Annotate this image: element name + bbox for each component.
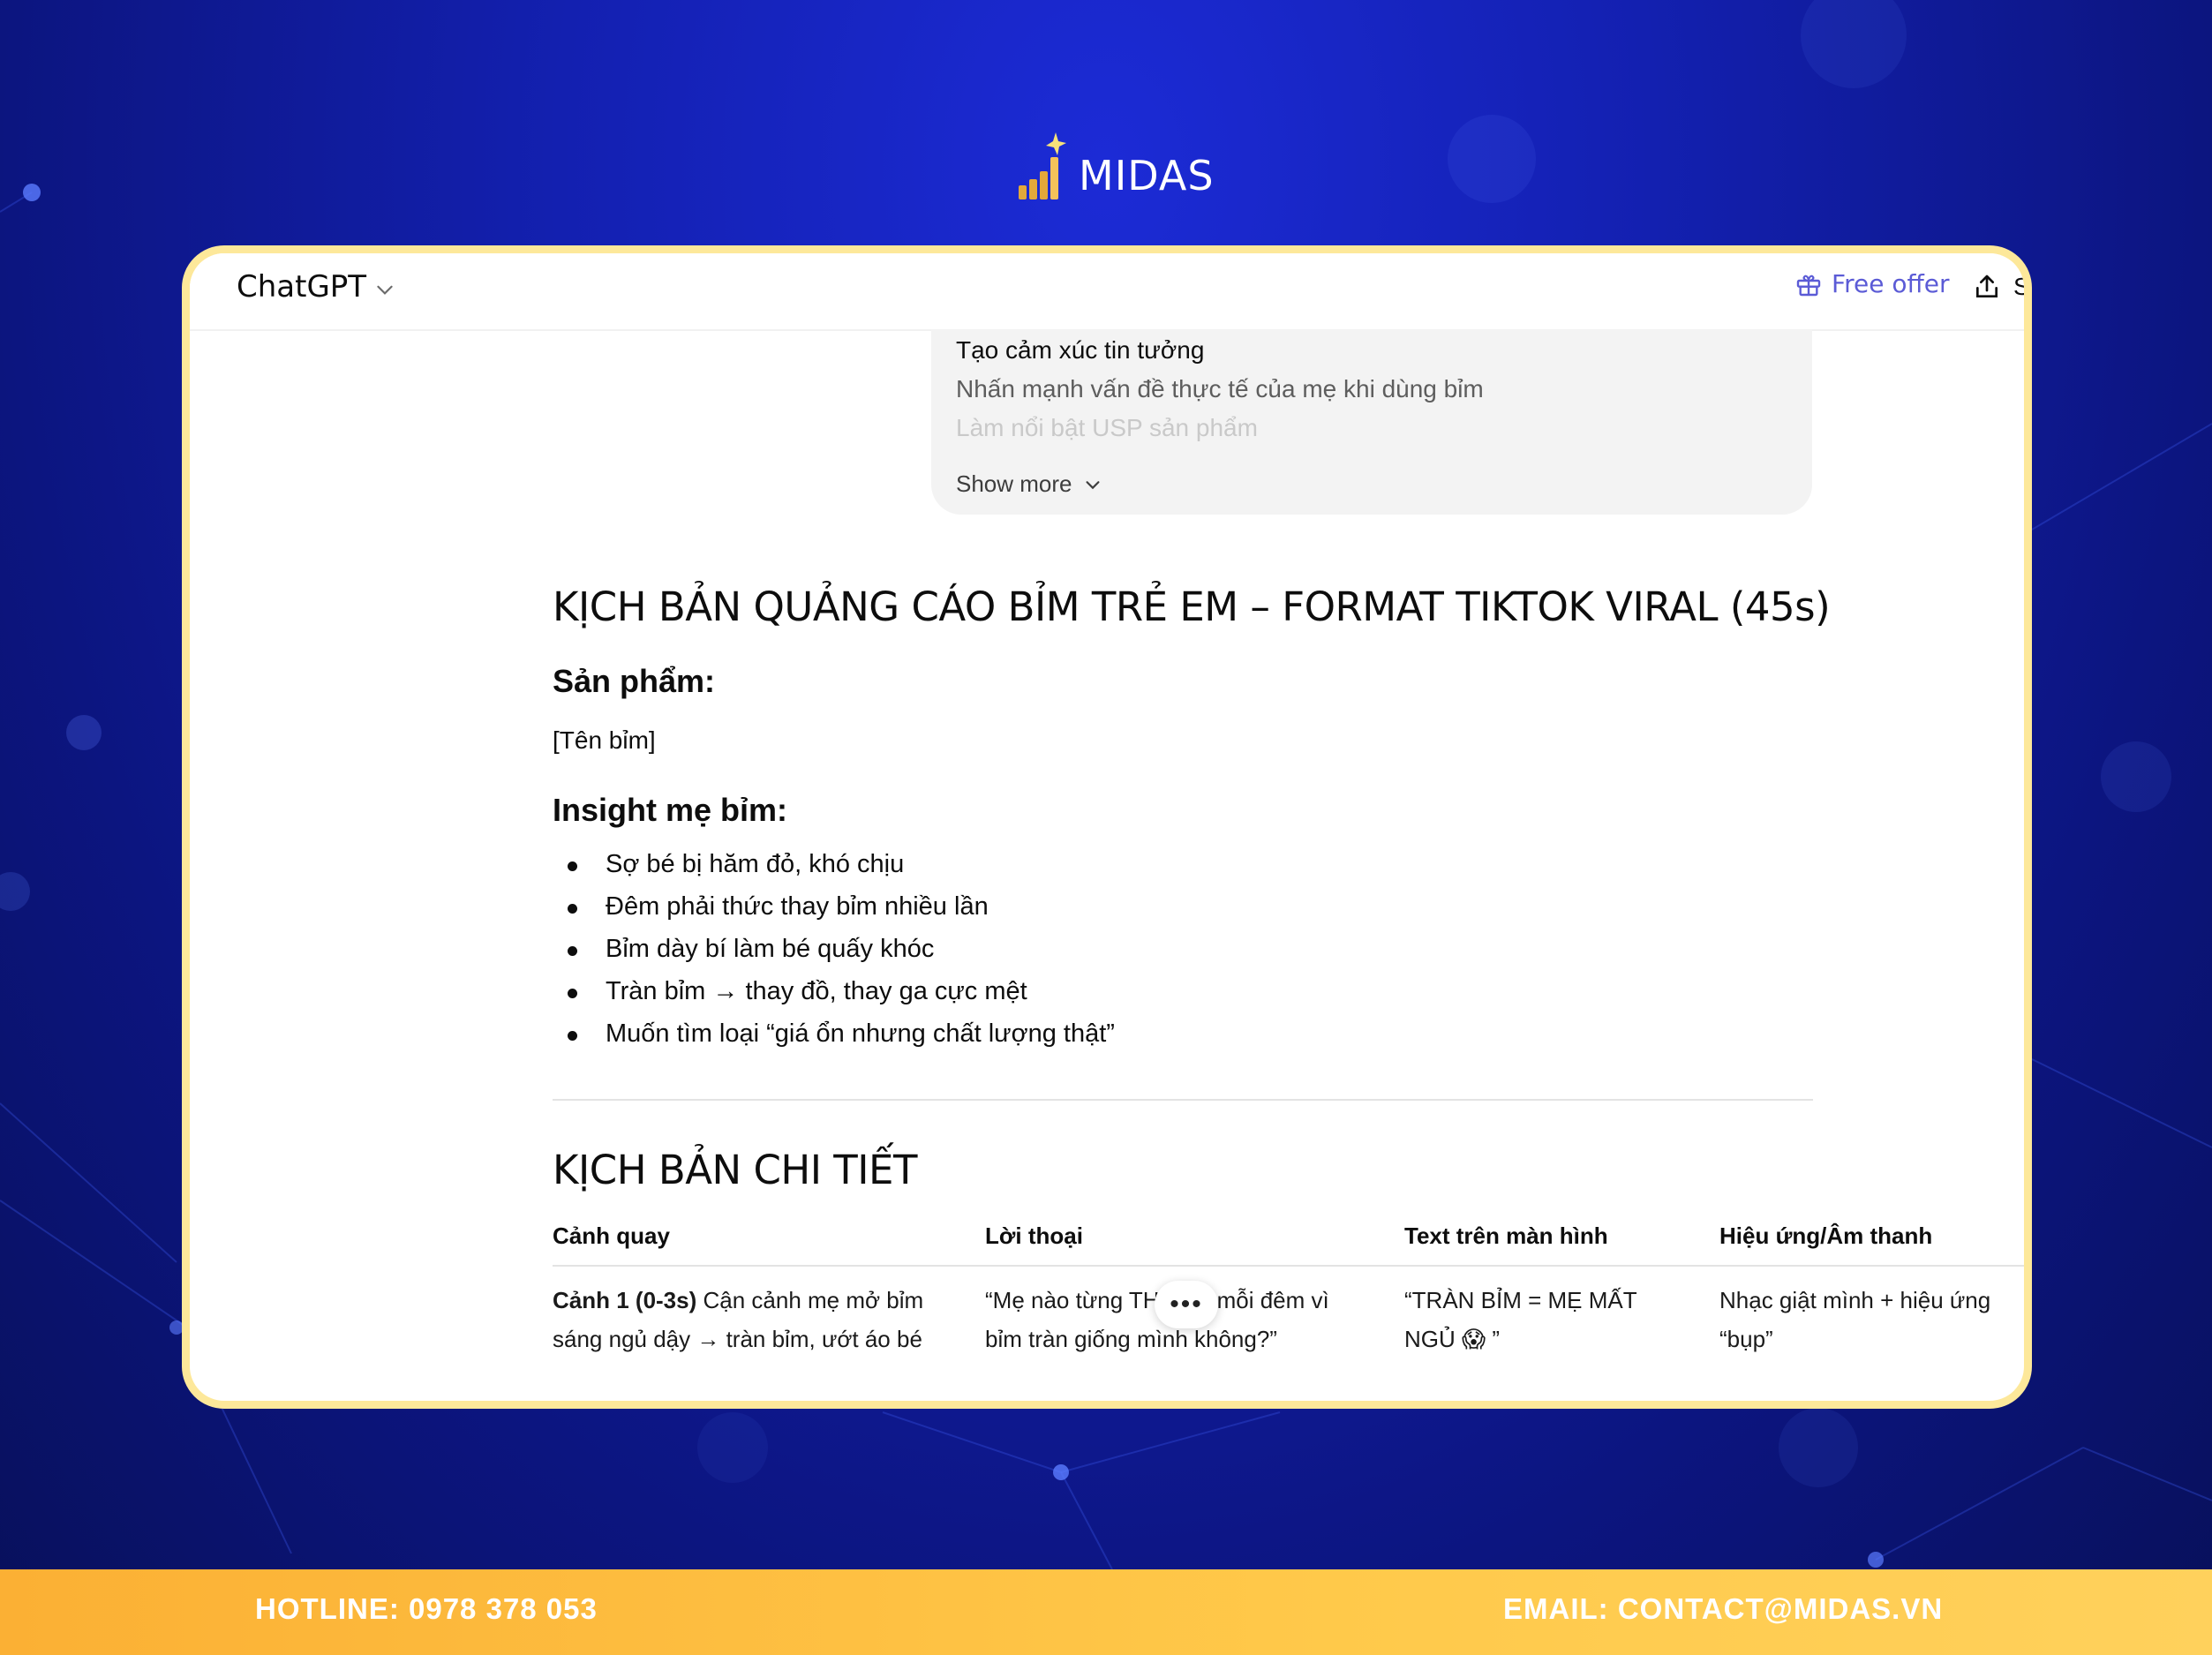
chevron-down-icon[interactable] xyxy=(373,278,396,301)
gift-icon xyxy=(1796,275,1821,296)
free-offer-button[interactable]: Free offer xyxy=(1794,269,1949,298)
free-offer-label: Free offer xyxy=(1832,269,1950,298)
table-cell-scene: Cảnh 1 (0-3s) Cận cảnh mẹ mở bỉm sáng ng… xyxy=(553,1281,941,1358)
quoted-line-2: Nhấn mạnh vấn đề thực tế của mẹ khi dùng… xyxy=(956,375,1484,402)
share-button[interactable]: S xyxy=(1973,273,2030,301)
answer-title: KỊCH BẢN QUẢNG CÁO BỈM TRẺ EM – FORMAT T… xyxy=(553,583,1831,630)
table-header-screen-text: Text trên màn hình xyxy=(1404,1222,1608,1249)
share-icon xyxy=(1976,275,1998,297)
share-label: S xyxy=(2013,273,2030,300)
list-item: Bỉm dày bí làm bé quấy khóc xyxy=(553,928,1115,970)
table-header-divider xyxy=(553,1265,2024,1267)
detail-heading: KỊCH BẢN CHI TIẾT xyxy=(553,1147,917,1193)
chatgpt-window: ChatGPT Free offer S Tạo cảm xúc tin tưở… xyxy=(182,245,2032,1409)
divider xyxy=(553,1099,1813,1101)
logo-bars-icon xyxy=(1017,131,1066,201)
ellipsis-icon: ••• xyxy=(1170,1290,1203,1319)
insight-heading: Insight mẹ bỉm: xyxy=(553,792,788,828)
insight-list: Sợ bé bị hăm đỏ, khó chịu Đêm phải thức … xyxy=(553,843,1115,1055)
footer-bar: HOTLINE: 0978 378 053 EMAIL: CONTACT@MID… xyxy=(0,1569,2212,1655)
table-cell-screen-text: “TRÀN BỈM = MẸ MẤT NGỦ 😱 ” xyxy=(1404,1287,1637,1352)
table-header-scene: Cảnh quay xyxy=(553,1222,670,1249)
chevron-down-icon xyxy=(1085,480,1100,489)
email-text: EMAIL: CONTACT@MIDAS.VN xyxy=(1503,1592,1944,1625)
list-item: Đêm phải thức thay bỉm nhiều lần xyxy=(553,885,1115,928)
quoted-line-3: Làm nổi bật USP sản phẩm xyxy=(956,414,1258,441)
list-item: Tràn bỉm → thay đồ, thay ga cực mệt xyxy=(553,970,1115,1012)
table-header-effect: Hiệu ứng/Âm thanh xyxy=(1719,1222,1933,1249)
model-selector[interactable]: ChatGPT xyxy=(237,269,366,305)
product-value: [Tên bỉm] xyxy=(553,726,656,754)
more-options-button[interactable]: ••• xyxy=(1155,1281,1218,1328)
logo-text: MIDAS xyxy=(1079,152,1215,199)
scene-label: Cảnh 1 (0-3s) xyxy=(553,1287,697,1313)
midas-logo: MIDAS xyxy=(1017,131,1215,201)
show-more-button[interactable]: Show more xyxy=(956,470,1102,498)
show-more-label: Show more xyxy=(956,470,1072,497)
chat-header: ChatGPT Free offer S xyxy=(190,253,2024,331)
hotline-text: HOTLINE: 0978 378 053 xyxy=(255,1592,598,1625)
list-item: Muốn tìm loại “giá ổn nhưng chất lượng t… xyxy=(553,1012,1115,1055)
table-header-dialogue: Lời thoại xyxy=(985,1222,1083,1249)
table-cell-effect: Nhạc giật mình + hiệu ứng “bụp” xyxy=(1719,1287,1991,1352)
product-heading: Sản phẩm: xyxy=(553,663,716,699)
user-message-bubble: Tạo cảm xúc tin tưởng Nhấn mạnh vấn đề t… xyxy=(931,329,1812,515)
quoted-line-1: Tạo cảm xúc tin tưởng xyxy=(956,336,1205,364)
list-item: Sợ bé bị hăm đỏ, khó chịu xyxy=(553,843,1115,885)
